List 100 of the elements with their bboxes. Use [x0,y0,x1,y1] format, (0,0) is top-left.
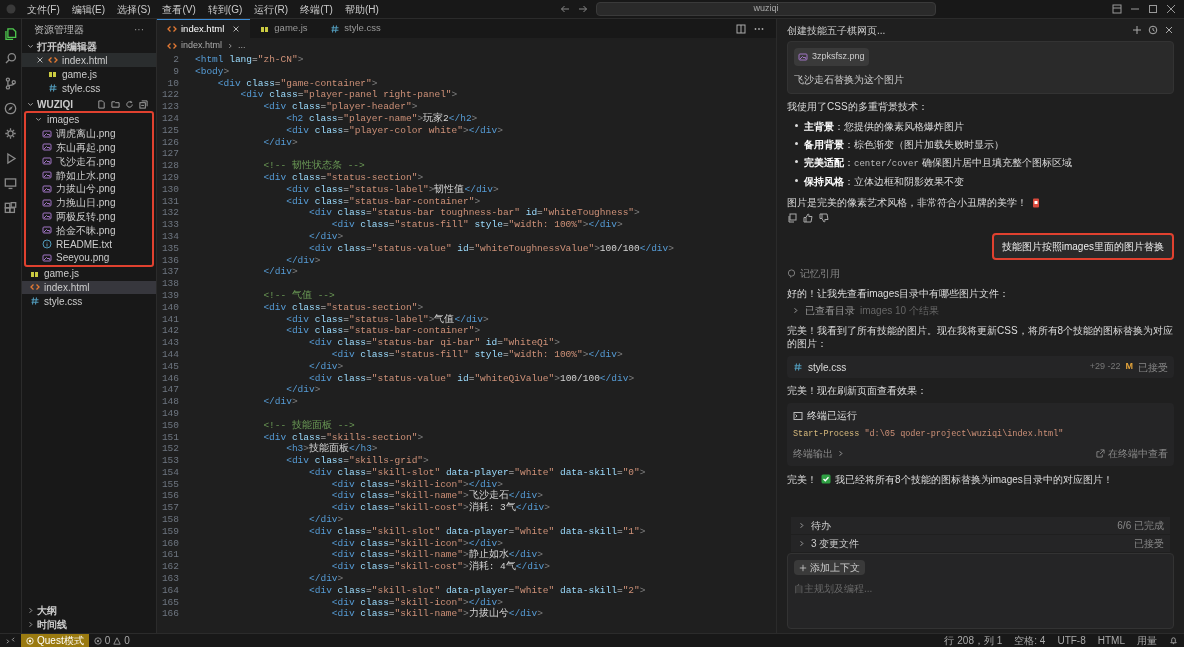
file-item[interactable]: 力挽山日.png [26,195,152,210]
line-number: 132 [160,207,180,220]
maximize-icon[interactable] [1148,4,1158,14]
section-header[interactable]: 大纲 [37,602,57,618]
code-line: <div class="skill-icon"></div> [330,596,503,608]
file-item[interactable]: 调虎离山.png [26,126,152,141]
warning-icon [113,636,122,645]
html-file-icon [167,24,177,34]
search-icon[interactable] [4,52,17,65]
compass-icon[interactable] [4,102,17,115]
menu-item[interactable]: 帮助(H) [339,1,384,17]
section-header[interactable]: 打开的编辑器 [37,38,97,54]
chevron-right-icon[interactable] [26,619,35,629]
editor-tab[interactable]: index.html [157,19,251,38]
run-debug-icon[interactable] [4,152,17,165]
new-file-icon[interactable] [97,99,106,109]
code-line: <div class="status-bar-container"> [285,195,481,208]
copy-icon[interactable] [787,213,797,223]
status-item[interactable]: 行 208，列 1 [938,633,1009,647]
view-in-terminal-link[interactable]: 在终端中查看 [1108,445,1168,461]
menu-item[interactable]: 文件(F) [22,1,65,17]
file-item[interactable]: 静如止水.png [26,168,152,182]
add-context-button[interactable]: 添加上下文 [794,560,865,575]
thumbs-down-icon[interactable] [819,213,829,223]
terminal-icon [793,410,803,421]
close-icon[interactable] [1164,25,1174,35]
open-editor-item[interactable]: index.html [22,53,156,67]
status-item[interactable]: UTF-8 [1051,633,1092,647]
history-icon[interactable] [1148,25,1158,35]
breadcrumb-item[interactable]: ... [238,39,246,53]
memory-label[interactable]: 记忆引用 [800,266,840,281]
file-item[interactable]: style.css [22,294,156,309]
forward-arrow-icon[interactable] [577,4,588,14]
thumbs-up-icon[interactable] [803,213,813,223]
monitor-icon[interactable] [4,177,17,190]
gear-icon[interactable] [4,127,17,140]
folder-item[interactable]: images [26,113,152,127]
refresh-icon[interactable] [125,99,134,109]
file-item[interactable]: 东山再起.png [26,140,152,155]
file-item[interactable]: 两极反转.png [26,209,152,224]
collapsed-step-label[interactable]: 已查看目录 [805,303,855,318]
line-number: 164 [160,584,180,597]
back-arrow-icon[interactable] [559,4,570,14]
external-link-icon[interactable] [1096,448,1105,458]
file-item[interactable]: index.html [22,280,156,295]
split-editor-icon[interactable] [736,23,746,34]
close-icon[interactable] [1166,4,1176,14]
file-item[interactable]: 飞沙走石.png [26,154,152,169]
file-item[interactable]: 拾金不昧.png [26,223,152,238]
status-item[interactable]: 空格: 4 [1008,633,1052,647]
menu-item[interactable]: 选择(S) [112,1,156,17]
menu-item[interactable]: 转到(G) [202,1,248,17]
code-line: <div class="skill-cost">消耗: 4气</div> [330,561,550,574]
code-line: <div class="status-fill" style="width: 100%"></div> [330,348,623,361]
problems-indicator[interactable]: 0 0 [88,633,135,647]
menu-item[interactable]: 编辑(E) [66,1,111,17]
file-change-card[interactable]: style.css +29 -22 M 已接受 [787,356,1174,378]
menu-item[interactable]: 运行(R) [249,1,294,17]
attachment-chip[interactable]: 3zpksfsz.png [794,48,869,66]
summary-row[interactable]: 3 变更文件 已接受 [791,535,1170,553]
summary-row[interactable]: 待办 6/6 已完成 [791,517,1170,535]
line-number: 160 [160,537,180,550]
extensions-icon[interactable] [4,202,17,215]
line-number: 130 [160,183,180,196]
section-header[interactable]: 时间线 [37,616,67,632]
section-header[interactable]: WUZIQI [37,96,74,112]
file-item[interactable]: README.txt [26,237,152,251]
chevron-right-icon[interactable] [836,448,845,458]
code-line: <div class="player-color white"></div> [285,124,503,137]
remote-icon[interactable] [6,636,15,645]
status-item[interactable]: 用量 [1131,633,1163,647]
open-editor-item[interactable]: game.js [22,67,156,81]
plus-icon[interactable] [1132,25,1142,35]
chevron-right-icon[interactable] [791,306,800,315]
line-number: 126 [160,136,180,149]
file-item[interactable]: 力拔山兮.png [26,182,152,196]
code-line: <div class="status-bar qi-bar" id="whiteQi"> [308,337,560,349]
chevron-right-icon [226,42,235,50]
editor-tab[interactable]: style.css [320,19,391,38]
title-search-field[interactable]: wuziqi [595,2,936,16]
collapse-all-icon[interactable] [139,99,148,109]
new-folder-icon[interactable] [111,99,120,109]
file-item[interactable]: Seeyou.png [26,250,152,265]
status-item[interactable]: HTML [1091,633,1131,647]
bell-icon[interactable] [1169,636,1178,645]
files-icon[interactable] [4,27,17,40]
layout-icon[interactable] [1112,4,1122,14]
editor-tab[interactable]: game.js [250,19,321,38]
message-text: 完美！我看到了所有技能的图片。现在我将更新CSS，将所有8个技能的图标替换为对应的图片： [787,324,1174,350]
terminal-output-link[interactable]: 终端输出 [793,445,833,461]
branch-icon[interactable] [4,77,17,90]
file-item[interactable]: game.js [22,266,156,281]
open-editor-item[interactable]: style.css [22,81,156,95]
message-text: 完美！ [787,472,817,487]
menu-item[interactable]: 终端(T) [295,1,338,17]
more-button[interactable]: ··· [134,21,144,37]
chevron-right-icon[interactable] [26,605,35,615]
menu-item[interactable]: 查看(V) [157,1,201,17]
mode-button[interactable]: Quest模式 [21,634,89,647]
breadcrumb-item[interactable]: index.html [181,39,223,53]
